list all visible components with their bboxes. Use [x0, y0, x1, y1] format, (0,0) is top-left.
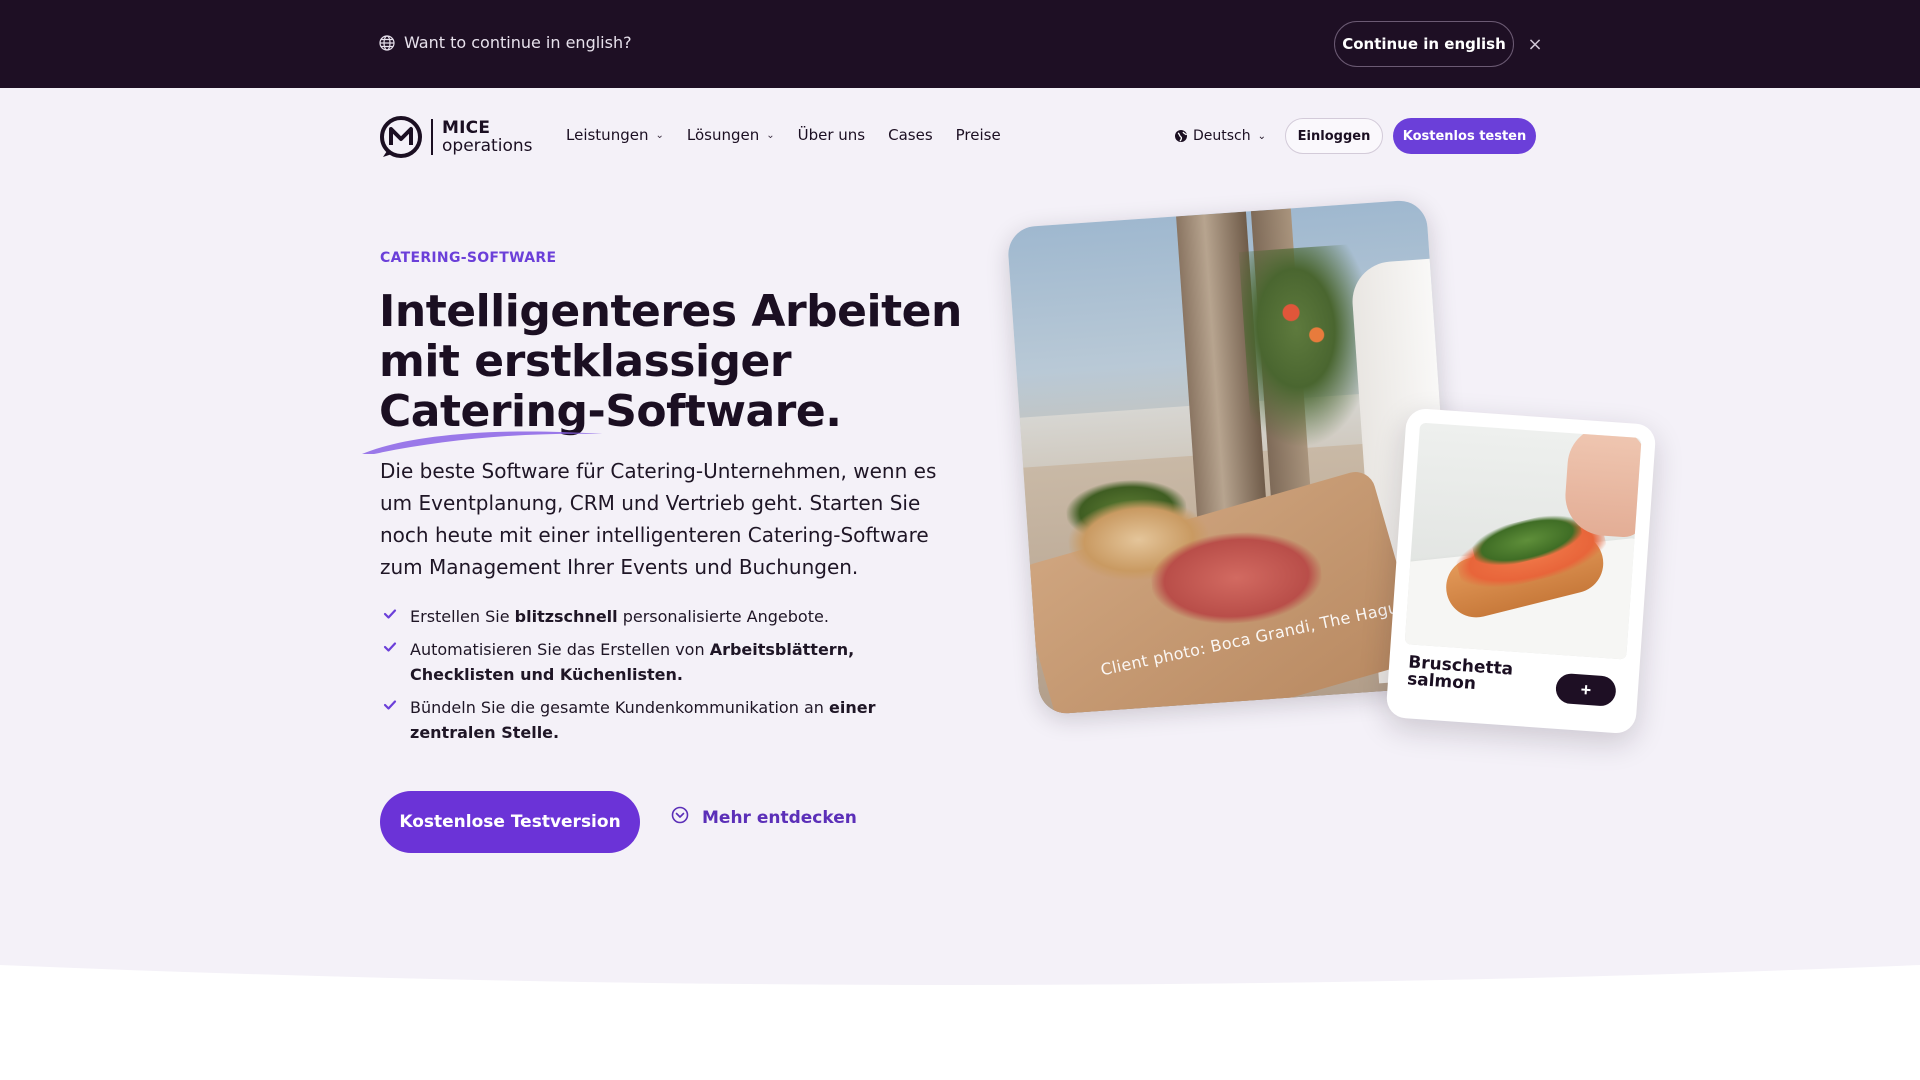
- menu-item-cases[interactable]: Cases: [888, 126, 933, 144]
- checkmark-icon: [383, 642, 397, 652]
- continue-in-english-button[interactable]: Continue in english: [1334, 21, 1514, 67]
- login-button[interactable]: Einloggen: [1285, 118, 1384, 154]
- chevron-circle-down-icon: [671, 806, 689, 824]
- headline-underline-swoosh: [362, 431, 603, 454]
- hero-headline: Intelligenteres Arbeiten mit erstklassig…: [379, 287, 999, 437]
- logo-line-1: MICE: [442, 117, 491, 138]
- bruschetta-photo: [1404, 422, 1642, 660]
- feature-text: Erstellen Sie: [410, 607, 515, 626]
- chevron-down-icon: ⌄: [766, 129, 775, 141]
- feature-list-item: Bündeln Sie die gesamte Kundenkommunikat…: [383, 695, 963, 745]
- globe-icon: [379, 34, 395, 51]
- globe-icon: [1175, 130, 1188, 142]
- chevron-down-icon: ⌄: [655, 129, 664, 141]
- menu-item-title: Bruschetta salmon: [1406, 652, 1514, 695]
- feature-text: personalisierte Angebote.: [617, 607, 829, 626]
- logo[interactable]: MICE operations: [379, 115, 532, 159]
- feature-list: Erstellen Sie blitzschnell personalisier…: [383, 604, 963, 753]
- checkmark-icon: [383, 609, 397, 619]
- checkmark-icon: [383, 700, 397, 710]
- menu-item-label: Lösungen: [686, 126, 760, 144]
- menu-item-label: Preise: [955, 126, 1001, 144]
- menu-item-leistungen[interactable]: Leistungen ⌄: [566, 126, 664, 144]
- add-item-button[interactable]: +: [1554, 672, 1617, 707]
- logo-line-2: operations: [442, 135, 533, 156]
- logo-divider: [431, 119, 433, 155]
- language-label: Deutsch: [1193, 128, 1251, 144]
- headline-line-1: Intelligenteres Arbeiten: [379, 286, 962, 337]
- hero-lead-text: Die beste Software für Catering-Unterneh…: [380, 459, 937, 579]
- free-trial-button[interactable]: Kostenlos testen: [1393, 118, 1537, 154]
- menu-item-preise[interactable]: Preise: [956, 126, 1001, 144]
- feature-text: Bündeln Sie die gesamte Kundenkommunikat…: [410, 698, 829, 717]
- language-question: Want to continue in english?: [379, 33, 632, 52]
- discover-more-link[interactable]: Mehr entdecken: [671, 806, 857, 828]
- main-menu: Leistungen ⌄ Lösungen ⌄ Über uns Cases P…: [566, 126, 1024, 144]
- logo-mark-icon: [380, 115, 423, 158]
- menu-item-ueber-uns[interactable]: Über uns: [798, 126, 866, 144]
- menu-item-label: Cases: [888, 126, 933, 144]
- menu-item-loesungen[interactable]: Lösungen ⌄: [687, 126, 775, 144]
- discover-more-label: Mehr entdecken: [702, 808, 857, 828]
- menu-item-card: Bruschetta salmon +: [1385, 407, 1657, 735]
- logo-wordmark: MICE operations: [442, 117, 533, 156]
- hero-eyebrow: CATERING-SOFTWARE: [380, 250, 557, 266]
- free-trial-cta-button[interactable]: Kostenlose Testversion: [380, 791, 640, 853]
- feature-text-bold: blitzschnell: [514, 607, 618, 626]
- menu-item-label: Über uns: [797, 126, 866, 144]
- chevron-down-icon: ⌄: [1257, 130, 1267, 142]
- language-selector[interactable]: Deutsch ⌄: [1174, 128, 1266, 144]
- language-banner: Want to continue in english? Continue in…: [0, 0, 1920, 88]
- section-divider-wave: [0, 965, 1920, 1080]
- feature-list-item: Automatisieren Sie das Erstellen von Arb…: [383, 637, 963, 687]
- feature-list-item: Erstellen Sie blitzschnell personalisier…: [383, 604, 963, 629]
- language-question-text: Want to continue in english?: [404, 33, 632, 52]
- menu-item-label: Leistungen: [566, 126, 649, 144]
- headline-line-2: mit erstklassiger: [379, 336, 792, 387]
- feature-text: Automatisieren Sie das Erstellen von: [410, 640, 710, 659]
- main-navigation: MICE operations Leistungen ⌄ Lösungen ⌄ …: [0, 88, 1920, 186]
- nav-actions: Deutsch ⌄ Einloggen Kostenlos testen: [1174, 118, 1537, 154]
- close-icon[interactable]: ×: [1525, 32, 1545, 56]
